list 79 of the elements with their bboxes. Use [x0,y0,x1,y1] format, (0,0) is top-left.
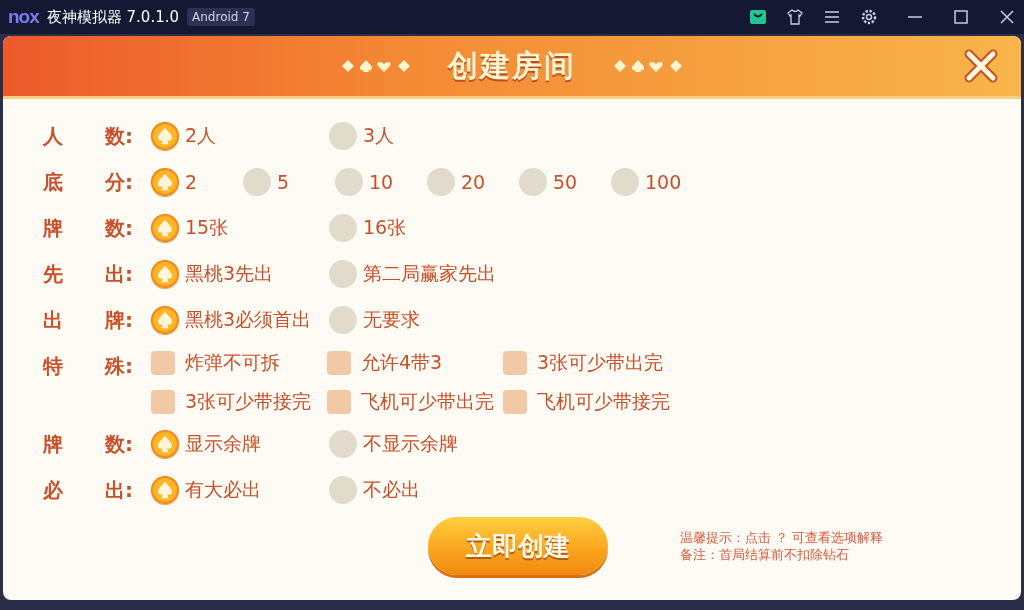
bag-icon[interactable] [749,8,767,26]
radio-label: 20 [461,171,486,193]
option-label: 数: [105,431,133,458]
settings-icon[interactable] [860,8,878,26]
checkbox[interactable] [151,350,175,375]
option-label: 人 [43,123,64,150]
option-label: 先 [43,261,64,288]
checkbox[interactable] [503,389,527,414]
tip-text: 温馨提示：点击 ？ 可查看选项解释 [680,529,884,546]
radio-button[interactable] [329,214,357,242]
option-label: 数: [105,123,133,150]
checkbox[interactable] [327,350,351,375]
card-suits-icon [340,58,412,74]
checkbox-label: 炸弹不可拆 [185,349,280,375]
checkbox-label: 3张可少带接完 [185,388,312,414]
option-label: 分: [105,169,133,196]
radio-button[interactable] [329,306,357,334]
option-label: 出: [105,477,133,504]
close-icon[interactable] [998,8,1016,26]
menu-icon[interactable] [823,8,841,26]
radio-label: 3人 [363,123,395,148]
radio-label: 50 [553,171,578,193]
radio-label: 黑桃3先出 [185,261,274,286]
radio-button[interactable] [329,476,357,504]
radio-button[interactable] [151,306,179,334]
app-logo: nox [8,6,39,28]
option-label: 牌 [43,215,64,242]
radio-button[interactable] [335,168,363,196]
radio-button[interactable] [151,168,179,196]
card-suits-icon [612,58,684,74]
checkbox[interactable] [503,350,527,375]
option-label: 特 [43,353,64,380]
shirt-icon[interactable] [786,8,804,26]
checkbox-label: 3张可少带出完 [537,349,664,375]
checkbox-label: 飞机可少带出完 [361,388,494,414]
option-label: 牌: [105,307,133,334]
radio-label: 100 [645,171,682,193]
maximize-icon[interactable] [952,8,970,26]
option-label: 出: [105,261,133,288]
checkbox-label: 飞机可少带接完 [537,388,670,414]
create-room-button[interactable]: 立即创建 [428,517,608,575]
option-label: 出 [43,307,64,334]
radio-button[interactable] [611,168,639,196]
checkbox-label: 允许4带3 [361,349,443,375]
checkbox[interactable] [327,389,351,414]
window-title: 夜神模拟器 7.0.1.0 [46,7,180,27]
radio-label: 第二局赢家先出 [363,261,496,286]
option-label: 必 [43,477,64,504]
radio-label: 2 [185,171,198,193]
radio-button[interactable] [329,122,357,150]
option-label: 底 [43,169,64,196]
radio-label: 5 [277,171,290,193]
radio-button[interactable] [151,476,179,504]
dialog-title: 创建房间 [448,46,576,85]
radio-label: 16张 [363,215,407,240]
radio-label: 不显示余牌 [363,431,458,456]
radio-button[interactable] [151,260,179,288]
option-label: 牌 [43,431,64,458]
radio-label: 无要求 [363,307,420,332]
radio-label: 2人 [185,123,217,148]
radio-button[interactable] [329,260,357,288]
radio-button[interactable] [243,168,271,196]
version-badge: Android 7 [187,8,255,26]
radio-button[interactable] [151,214,179,242]
radio-label: 显示余牌 [185,431,261,456]
radio-button[interactable] [329,430,357,458]
radio-button[interactable] [427,168,455,196]
radio-label: 有大必出 [185,477,261,502]
checkbox[interactable] [151,389,175,414]
radio-button[interactable] [151,430,179,458]
tip-text: 备注：首局结算前不扣除钻石 [680,546,850,563]
radio-button[interactable] [519,168,547,196]
radio-label: 15张 [185,215,229,240]
radio-label: 不必出 [363,477,420,502]
radio-button[interactable] [151,122,179,150]
radio-label: 10 [369,171,394,193]
radio-label: 黑桃3必须首出 [185,307,312,332]
option-label: 数: [105,215,133,242]
option-label: 殊: [105,353,133,380]
